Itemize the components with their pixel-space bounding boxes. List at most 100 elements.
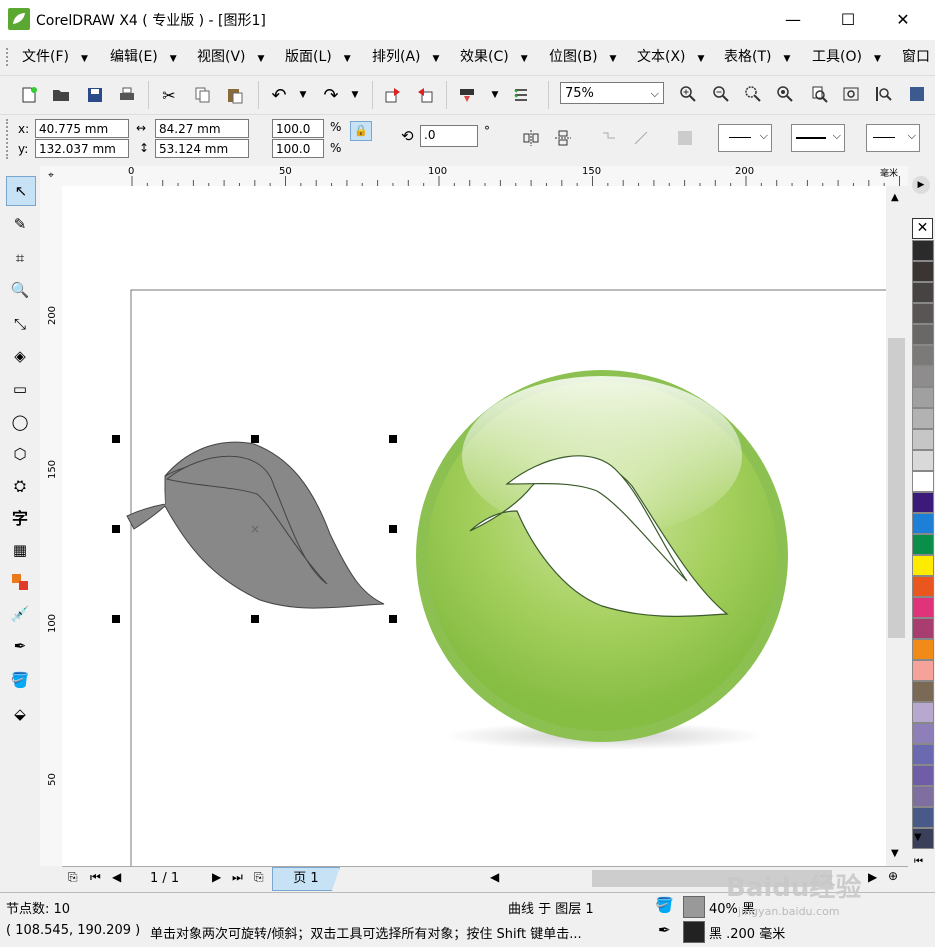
first-page-icon[interactable]: ⏮ (90, 870, 101, 885)
scroll-right-icon[interactable]: ▶ (868, 870, 877, 884)
vertical-scroll-thumb[interactable] (888, 338, 905, 638)
application-launcher-icon[interactable] (456, 84, 478, 106)
color-swatch[interactable] (912, 240, 934, 261)
polygon-tool-icon[interactable]: ⬡ (6, 440, 34, 468)
rotation-field[interactable]: .0 (420, 125, 478, 147)
palette-scroll-down-icon[interactable]: ▼ (914, 832, 922, 843)
options-icon[interactable] (510, 84, 532, 106)
rectangle-tool-icon[interactable]: ▭ (6, 375, 34, 403)
color-swatch[interactable] (912, 660, 934, 681)
drawing-canvas[interactable]: × (62, 186, 886, 866)
zoom-page-height-icon[interactable] (872, 83, 894, 105)
add-page-after-icon[interactable]: ⎘ (254, 870, 264, 885)
add-page-before-icon[interactable]: ⎘ (68, 870, 78, 885)
launcher-dropdown-icon[interactable]: ▼ (484, 84, 506, 106)
color-swatch[interactable] (912, 702, 934, 723)
undo-dropdown-icon[interactable]: ▼ (292, 84, 314, 106)
menu-tools[interactable]: 工具(O) ▼ (812, 42, 881, 72)
export-icon[interactable] (414, 84, 436, 106)
color-swatch[interactable] (912, 324, 934, 345)
mirror-vertical-icon[interactable] (552, 127, 574, 149)
blend-tool-icon[interactable] (6, 568, 34, 596)
fill-color-swatch[interactable] (683, 896, 705, 918)
menu-arrange[interactable]: 排列(A) ▼ (372, 42, 439, 72)
ruler-origin-icon[interactable]: ⌖ (40, 166, 62, 186)
color-swatch[interactable] (912, 303, 934, 324)
eyedropper-tool-icon[interactable]: 💉 (6, 600, 34, 628)
open-folder-icon[interactable] (50, 84, 72, 106)
color-swatch[interactable] (912, 639, 934, 660)
ellipse-tool-icon[interactable]: ◯ (6, 408, 34, 436)
crop-tool-icon[interactable]: ⌗ (6, 244, 34, 272)
options-panel-icon[interactable] (906, 83, 928, 105)
save-icon[interactable] (84, 84, 106, 106)
redo-dropdown-icon[interactable]: ▼ (344, 84, 366, 106)
color-swatch[interactable] (912, 345, 934, 366)
redo-icon[interactable]: ↷ (320, 84, 342, 106)
green-leaf-button[interactable] (416, 370, 788, 750)
zoom-level-select[interactable]: 75% ⌵ (560, 82, 664, 104)
close-button[interactable]: ✕ (880, 0, 926, 40)
wrap-text-icon[interactable] (674, 127, 696, 149)
color-swatch[interactable] (912, 492, 934, 513)
palette-scroll-up-icon[interactable]: ▶ (912, 176, 930, 194)
minimize-button[interactable]: — (770, 0, 816, 40)
menu-edit[interactable]: 编辑(E) ▼ (110, 42, 177, 72)
smart-fill-tool-icon[interactable]: ◈ (6, 342, 34, 370)
no-color-swatch[interactable]: ✕ (912, 218, 933, 239)
outline-color-swatch[interactable] (683, 921, 705, 943)
menu-table[interactable]: 表格(T) ▼ (724, 42, 790, 72)
interactive-fill-tool-icon[interactable]: ⬙ (6, 700, 34, 728)
scroll-up-icon[interactable]: ▲ (891, 192, 899, 203)
copy-icon[interactable] (192, 84, 214, 106)
width-field[interactable]: 84.27 mm (155, 119, 249, 138)
y-position-field[interactable]: 132.037 mm (35, 139, 129, 158)
zoom-page-width-icon[interactable] (840, 83, 862, 105)
color-swatch[interactable] (912, 471, 934, 492)
color-swatch[interactable] (912, 618, 934, 639)
import-icon[interactable] (382, 84, 404, 106)
zoom-selected-icon[interactable] (742, 83, 764, 105)
undo-icon[interactable]: ↶ (268, 84, 290, 106)
next-page-icon[interactable]: ▶ (212, 870, 221, 884)
color-swatch[interactable] (912, 765, 934, 786)
color-swatch[interactable] (912, 450, 934, 471)
color-swatch[interactable] (912, 261, 934, 282)
color-swatch[interactable] (912, 282, 934, 303)
menu-file[interactable]: 文件(F) ▼ (22, 42, 88, 72)
convert-line-icon[interactable] (630, 127, 652, 149)
previous-page-icon[interactable]: ◀ (112, 870, 121, 884)
end-arrow-select[interactable]: ⌵ (866, 124, 920, 152)
color-swatch[interactable] (912, 786, 934, 807)
color-swatch[interactable] (912, 513, 934, 534)
color-swatch[interactable] (912, 576, 934, 597)
to-curve-icon[interactable] (598, 127, 620, 149)
zoom-in-icon[interactable] (677, 83, 699, 105)
color-swatch[interactable] (912, 681, 934, 702)
menu-window[interactable]: 窗口 (902, 42, 930, 72)
menu-effects[interactable]: 效果(C) ▼ (460, 42, 528, 72)
scale-x-field[interactable]: 100.0 (272, 119, 324, 138)
last-page-icon[interactable]: ⏭ (232, 870, 243, 885)
zoom-tool-icon[interactable]: 🔍 (6, 276, 34, 304)
shape-tool-icon[interactable]: ✎ (6, 210, 34, 238)
zoom-out-icon[interactable] (710, 83, 732, 105)
table-tool-icon[interactable]: ▦ (6, 536, 34, 564)
lock-ratio-icon[interactable]: 🔒 (350, 121, 372, 141)
color-swatch[interactable] (912, 807, 934, 828)
pick-tool-icon[interactable]: ↖ (6, 176, 36, 206)
print-icon[interactable] (116, 84, 138, 106)
scroll-left-icon[interactable]: ◀ (490, 870, 499, 884)
horizontal-ruler[interactable]: 0 50 100 150 200 毫米 (62, 166, 908, 187)
navigator-icon[interactable]: ⊕ (888, 869, 898, 883)
scroll-down-icon[interactable]: ▼ (891, 848, 899, 859)
paste-icon[interactable] (224, 84, 246, 106)
fill-tool-icon[interactable]: 🪣 (6, 666, 34, 694)
basic-shapes-tool-icon[interactable]: ⛭ (6, 472, 34, 500)
vertical-ruler[interactable]: 200 150 100 50 (40, 186, 63, 866)
palette-expand-icon[interactable]: ⏮ (914, 856, 923, 867)
height-field[interactable]: 53.124 mm (155, 139, 249, 158)
color-swatch[interactable] (912, 408, 934, 429)
line-style-select[interactable]: ⌵ (791, 124, 845, 152)
x-position-field[interactable]: 40.775 mm (35, 119, 129, 138)
